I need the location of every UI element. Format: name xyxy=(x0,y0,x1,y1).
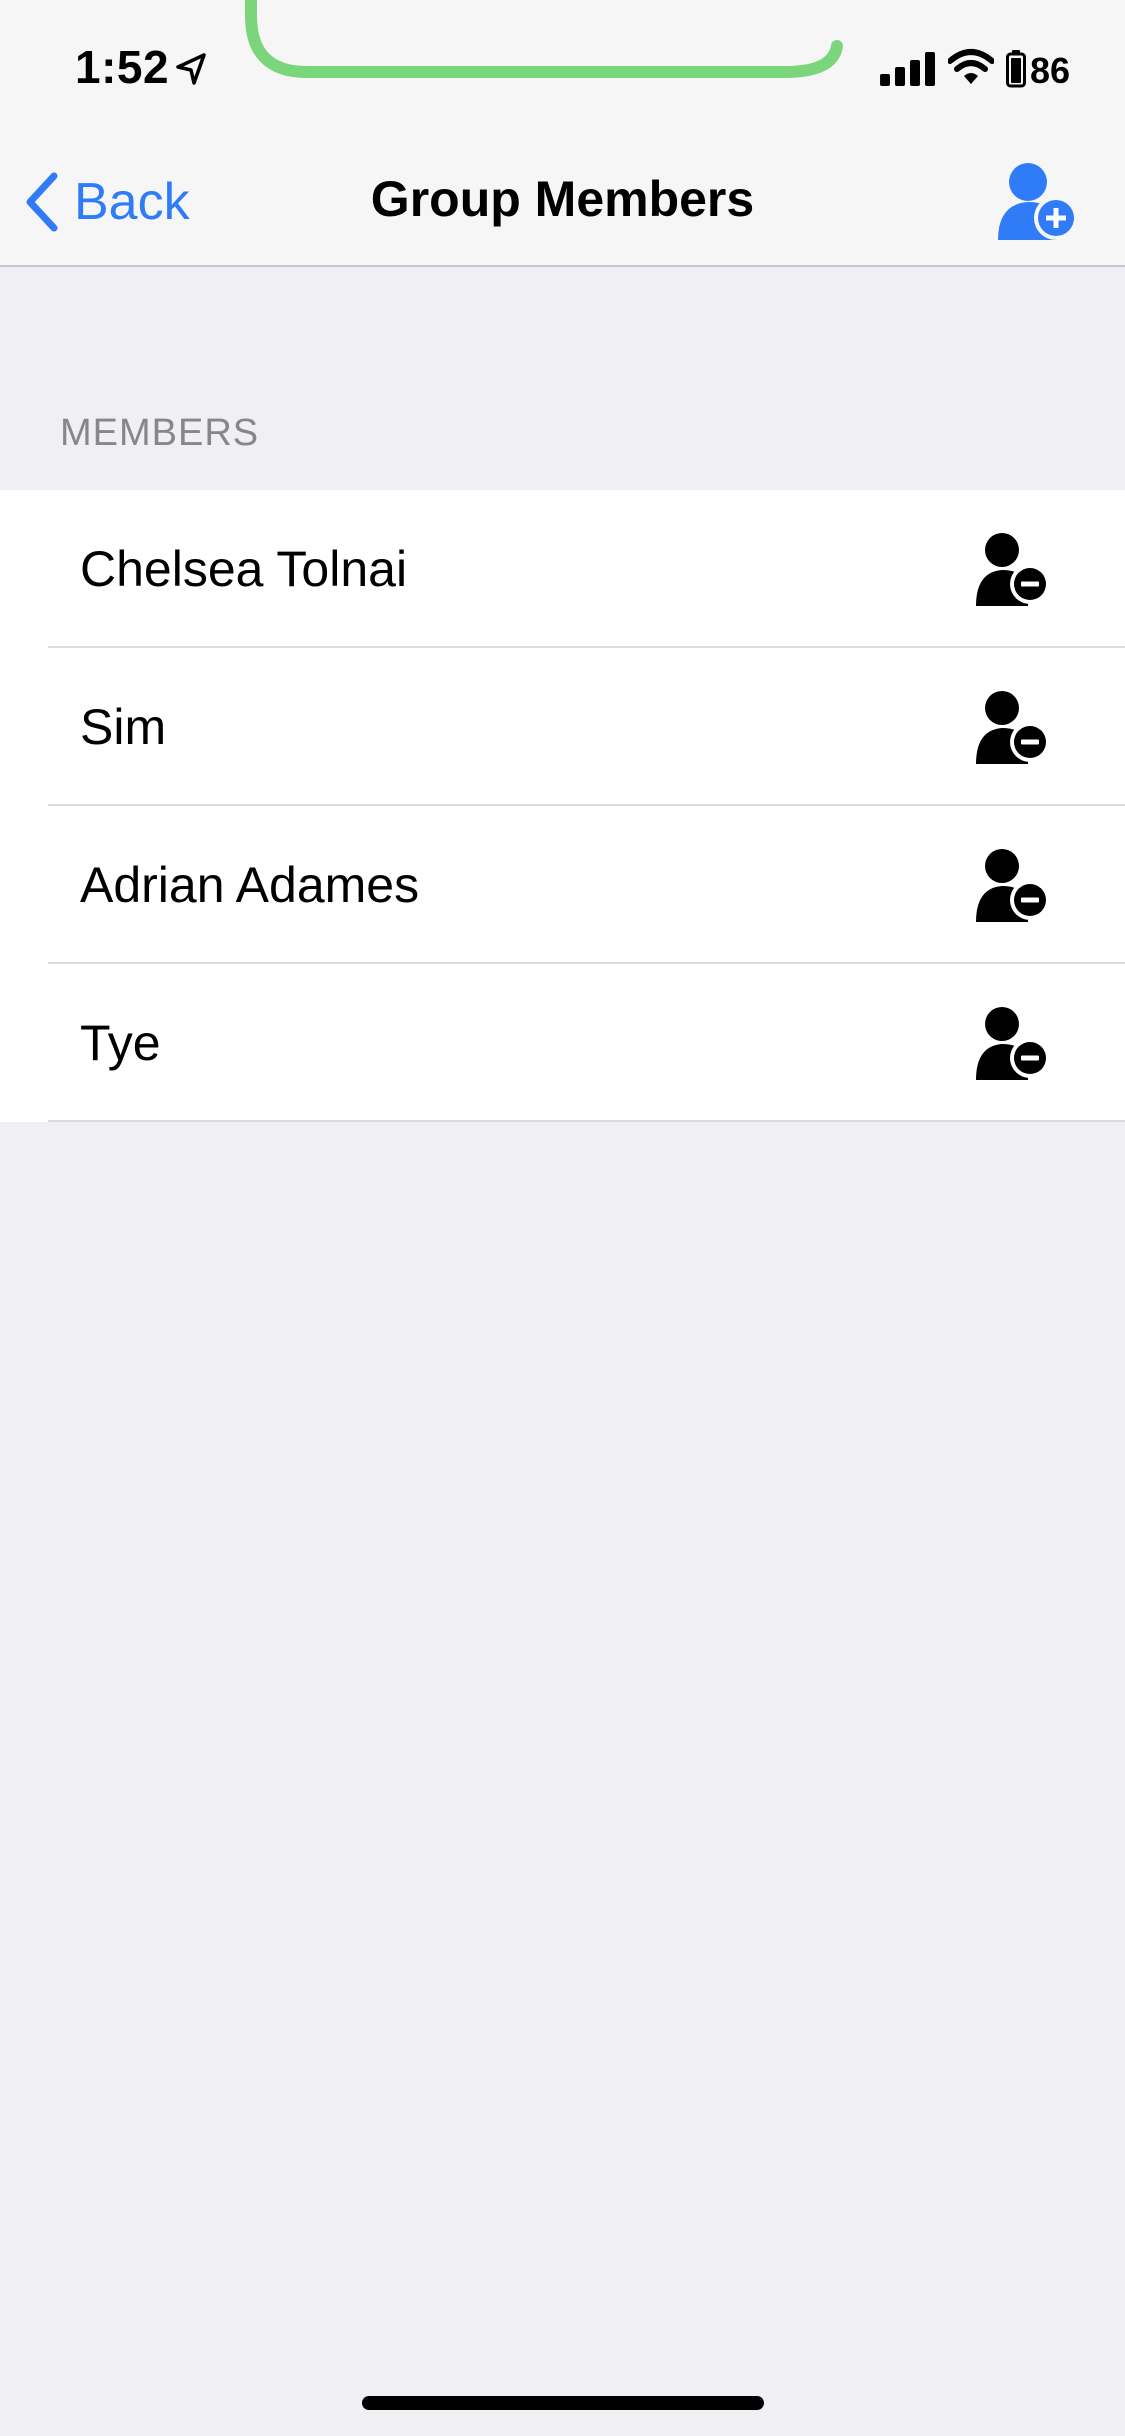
navigation-bar: Back Group Members xyxy=(0,150,1125,267)
home-indicator[interactable] xyxy=(362,2396,764,2410)
row-divider xyxy=(48,1120,1125,1122)
member-row[interactable]: Sim xyxy=(0,648,1125,806)
member-row[interactable]: Adrian Adames xyxy=(0,806,1125,964)
page-title: Group Members xyxy=(370,171,755,227)
section-header-members: MEMBERS xyxy=(60,412,260,454)
battery-icon xyxy=(1006,50,1026,88)
member-row[interactable]: Chelsea Tolnai xyxy=(0,490,1125,648)
member-name: Tye xyxy=(80,1015,161,1071)
battery-level: 86 xyxy=(1030,50,1071,91)
wifi-icon xyxy=(948,49,994,84)
remove-user-icon[interactable] xyxy=(970,684,1058,768)
add-user-icon[interactable] xyxy=(990,150,1090,250)
member-name: Sim xyxy=(80,699,167,755)
call-indicator[interactable] xyxy=(245,0,845,96)
remove-user-icon[interactable] xyxy=(970,1000,1058,1084)
remove-user-icon[interactable] xyxy=(970,842,1058,926)
status-time: 1:52 xyxy=(75,41,170,93)
remove-user-icon[interactable] xyxy=(970,526,1058,610)
member-row[interactable]: Tye xyxy=(0,964,1125,1122)
signal-bars-icon xyxy=(880,52,935,86)
status-bar: 1:52 86 xyxy=(0,0,1125,150)
location-arrow-icon xyxy=(176,53,206,85)
member-name: Chelsea Tolnai xyxy=(80,541,408,597)
member-name: Adrian Adames xyxy=(80,857,420,913)
member-list: Chelsea Tolnai Sim Adrian Adames Tye xyxy=(0,490,1125,1122)
